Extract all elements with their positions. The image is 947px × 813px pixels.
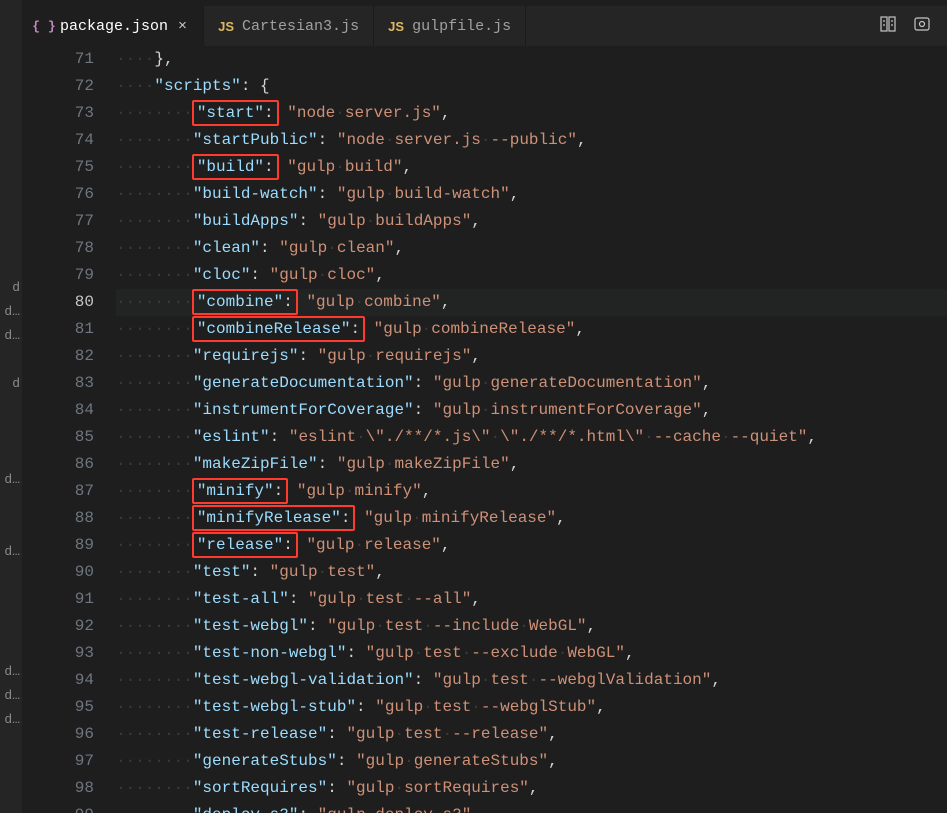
code-line[interactable]: ········"test-release": "gulp·test·--rel… bbox=[116, 721, 947, 748]
line-number: 88 bbox=[22, 505, 94, 532]
code-line[interactable]: ····}, bbox=[116, 46, 947, 73]
line-number: 74 bbox=[22, 127, 94, 154]
tab-spacer bbox=[526, 6, 863, 46]
code-line[interactable]: ····"scripts": { bbox=[116, 73, 947, 100]
line-number: 71 bbox=[22, 46, 94, 73]
close-icon[interactable]: × bbox=[176, 18, 189, 35]
highlight-box: "start": bbox=[192, 100, 279, 126]
braces-icon: { } bbox=[36, 18, 52, 34]
line-number: 91 bbox=[22, 586, 94, 613]
diff-icon[interactable] bbox=[879, 15, 897, 38]
code-line[interactable]: ········"build-watch": "gulp·build-watch… bbox=[116, 181, 947, 208]
line-number: 98 bbox=[22, 775, 94, 802]
panel-sliver: dd…d…dd…d…d…d…d… bbox=[0, 0, 22, 813]
code-line[interactable]: ········"test-webgl-validation": "gulp·t… bbox=[116, 667, 947, 694]
code-line[interactable]: ········"generateStubs": "gulp·generateS… bbox=[116, 748, 947, 775]
line-number: 84 bbox=[22, 397, 94, 424]
code-line[interactable]: ········"minifyRelease": "gulp·minifyRel… bbox=[116, 505, 947, 532]
line-number: 80 bbox=[22, 289, 94, 316]
line-number: 94 bbox=[22, 667, 94, 694]
line-number: 95 bbox=[22, 694, 94, 721]
code-line[interactable]: ········"test-webgl": "gulp·test·--inclu… bbox=[116, 613, 947, 640]
code-line[interactable]: ········"startPublic": "node·server.js·-… bbox=[116, 127, 947, 154]
code-line[interactable]: ········"generateDocumentation": "gulp·g… bbox=[116, 370, 947, 397]
js-icon: JS bbox=[218, 18, 234, 34]
code-line[interactable]: ········"start": "node·server.js", bbox=[116, 100, 947, 127]
line-number: 73 bbox=[22, 100, 94, 127]
code-line[interactable]: ········"clean": "gulp·clean", bbox=[116, 235, 947, 262]
line-number: 85 bbox=[22, 424, 94, 451]
code-line[interactable]: ········"test-non-webgl": "gulp·test·--e… bbox=[116, 640, 947, 667]
line-number: 75 bbox=[22, 154, 94, 181]
preview-icon[interactable] bbox=[913, 15, 931, 38]
tab-label: package.json bbox=[60, 18, 168, 35]
line-number: 72 bbox=[22, 73, 94, 100]
code-line[interactable]: ········"test": "gulp·test", bbox=[116, 559, 947, 586]
code-line[interactable]: ········"sortRequires": "gulp·sortRequir… bbox=[116, 775, 947, 802]
tab-actions bbox=[863, 6, 947, 46]
editor-area[interactable]: 7172737475767778798081828384858687888990… bbox=[22, 46, 947, 813]
line-number: 78 bbox=[22, 235, 94, 262]
highlight-box: "release": bbox=[192, 532, 298, 558]
editor-tabs: { } package.json × JS Cartesian3.js JS gulpfil… bbox=[22, 6, 947, 46]
tab-gulpfile-js[interactable]: JS gulpfile.js bbox=[374, 6, 526, 46]
line-number: 77 bbox=[22, 208, 94, 235]
line-number: 87 bbox=[22, 478, 94, 505]
code-line[interactable]: ········"instrumentForCoverage": "gulp·i… bbox=[116, 397, 947, 424]
highlight-box: "build": bbox=[192, 154, 279, 180]
line-number: 93 bbox=[22, 640, 94, 667]
tab-label: gulpfile.js bbox=[412, 18, 511, 35]
line-number: 96 bbox=[22, 721, 94, 748]
code-line[interactable]: ········"minify": "gulp·minify", bbox=[116, 478, 947, 505]
code-line[interactable]: ········"test-all": "gulp·test·--all", bbox=[116, 586, 947, 613]
code-line[interactable]: ········"test-webgl-stub": "gulp·test·--… bbox=[116, 694, 947, 721]
tab-label: Cartesian3.js bbox=[242, 18, 359, 35]
line-number: 81 bbox=[22, 316, 94, 343]
code-line[interactable]: ········"combineRelease": "gulp·combineR… bbox=[116, 316, 947, 343]
code-line[interactable]: ········"requirejs": "gulp·requirejs", bbox=[116, 343, 947, 370]
highlight-box: "minifyRelease": bbox=[192, 505, 356, 531]
line-number: 86 bbox=[22, 451, 94, 478]
line-number: 92 bbox=[22, 613, 94, 640]
highlight-box: "combineRelease": bbox=[192, 316, 365, 342]
js-icon: JS bbox=[388, 18, 404, 34]
line-number-gutter: 7172737475767778798081828384858687888990… bbox=[22, 46, 116, 813]
line-number: 83 bbox=[22, 370, 94, 397]
code-line[interactable]: ········"combine": "gulp·combine", bbox=[116, 289, 947, 316]
code-line[interactable]: ········"eslint": "eslint·\"./**/*.js\"·… bbox=[116, 424, 947, 451]
code-line[interactable]: ········"deploy-s3": "gulp·deploy-s3", bbox=[116, 802, 947, 813]
tab-cartesian3-js[interactable]: JS Cartesian3.js bbox=[204, 6, 374, 46]
highlight-box: "minify": bbox=[192, 478, 288, 504]
line-number: 97 bbox=[22, 748, 94, 775]
line-number: 99 bbox=[22, 802, 94, 813]
code-line[interactable]: ········"build": "gulp·build", bbox=[116, 154, 947, 181]
line-number: 90 bbox=[22, 559, 94, 586]
code-line[interactable]: ········"buildApps": "gulp·buildApps", bbox=[116, 208, 947, 235]
line-number: 76 bbox=[22, 181, 94, 208]
line-number: 89 bbox=[22, 532, 94, 559]
line-number: 82 bbox=[22, 343, 94, 370]
tab-package-json[interactable]: { } package.json × bbox=[22, 6, 204, 46]
code-line[interactable]: ········"release": "gulp·release", bbox=[116, 532, 947, 559]
code-line[interactable]: ········"makeZipFile": "gulp·makeZipFile… bbox=[116, 451, 947, 478]
code-content[interactable]: ····},····"scripts": {········"start": "… bbox=[116, 46, 947, 813]
code-line[interactable]: ········"cloc": "gulp·cloc", bbox=[116, 262, 947, 289]
line-number: 79 bbox=[22, 262, 94, 289]
highlight-box: "combine": bbox=[192, 289, 298, 315]
